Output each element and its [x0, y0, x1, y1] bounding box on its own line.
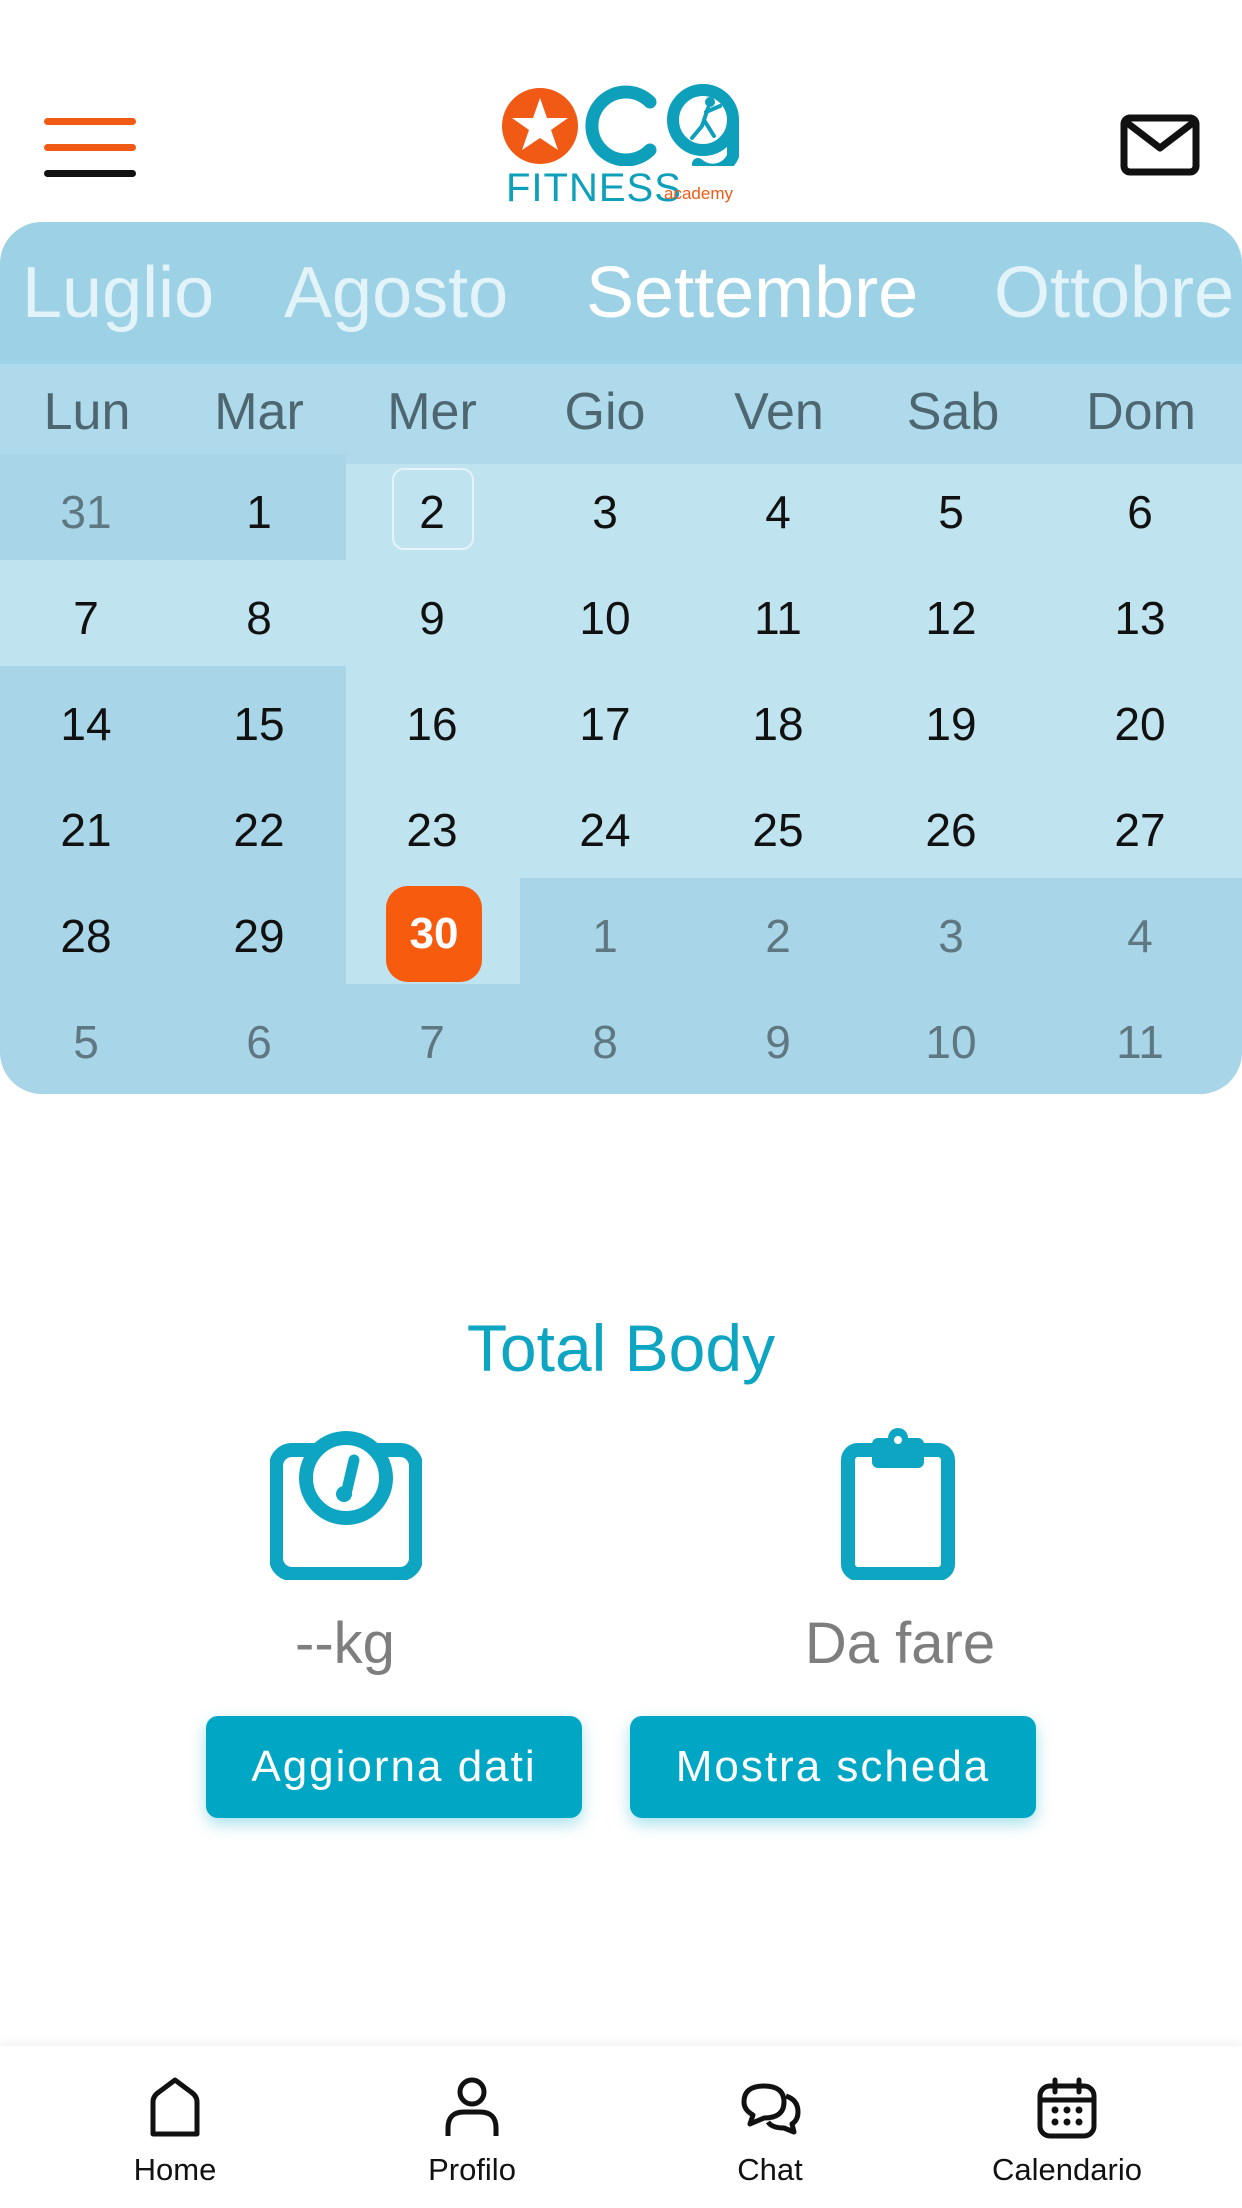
app-header: FITNESS academy — [0, 0, 1242, 222]
calendar-day[interactable]: 8 — [173, 565, 345, 671]
weekday-header: Lun Mar Mer Gio Ven Sab Dom — [0, 364, 1242, 464]
calendar-day[interactable]: 14 — [0, 671, 172, 777]
calendar-day[interactable]: 18 — [692, 671, 864, 777]
calendar-day[interactable]: 29 — [173, 883, 345, 989]
calendar-day[interactable]: 19 — [865, 671, 1037, 777]
nav-home-label: Home — [133, 2152, 217, 2187]
calendar-day[interactable]: 9 — [692, 989, 864, 1095]
weekday-label: Gio — [564, 383, 646, 441]
menu-line — [44, 170, 136, 177]
calendar-day[interactable]: 7 — [346, 989, 518, 1095]
month-september[interactable]: Settembre — [586, 252, 918, 334]
calendar-day[interactable]: 4 — [1054, 883, 1226, 989]
nav-calendar-label: Calendario — [992, 2152, 1142, 2187]
user-icon — [445, 2077, 499, 2136]
calendar-day[interactable]: 24 — [519, 777, 691, 883]
clipboard-icon — [841, 1428, 955, 1580]
nav-home[interactable]: Home — [75, 2046, 275, 2208]
workout-title: Total Body — [466, 1311, 776, 1385]
calendar-day[interactable]: 12 — [865, 565, 1037, 671]
calendar-day[interactable]: 2 — [346, 459, 518, 565]
calendar-day[interactable]: 25 — [692, 777, 864, 883]
logo-wordmark — [502, 84, 739, 166]
calendar-day[interactable]: 26 — [865, 777, 1037, 883]
today-marker[interactable]: 30 — [386, 886, 482, 982]
weekday-label: Mar — [214, 383, 304, 441]
calendar-day[interactable]: 1 — [519, 883, 691, 989]
month-july[interactable]: Luglio — [22, 252, 214, 334]
acg-fitness-logo: FITNESS academy — [500, 80, 746, 210]
weekday-label: Dom — [1086, 383, 1196, 441]
bottom-navigation: Home Profilo Chat Calendario — [0, 2046, 1242, 2208]
calendar-day[interactable]: 16 — [346, 671, 518, 777]
weekday-label: Lun — [43, 383, 131, 441]
menu-line — [44, 118, 136, 125]
scale-icon — [270, 1431, 422, 1580]
mail-icon — [1120, 114, 1200, 176]
calendar-day[interactable]: 4 — [692, 459, 864, 565]
calendar-day[interactable]: 31 — [0, 459, 172, 565]
calendar-day[interactable]: 10 — [865, 989, 1037, 1095]
calendar-day[interactable]: 20 — [1054, 671, 1226, 777]
calendar-day[interactable]: 17 — [519, 671, 691, 777]
calendar-day[interactable]: 5 — [865, 459, 1037, 565]
nav-chat-label: Chat — [737, 2152, 803, 2187]
hamburger-menu-button[interactable] — [44, 118, 136, 178]
calendar-day[interactable]: 10 — [519, 565, 691, 671]
calendar-day[interactable]: 6 — [1054, 459, 1226, 565]
calendar-day[interactable]: 9 — [346, 565, 518, 671]
calendar-day[interactable]: 6 — [173, 989, 345, 1095]
update-data-button[interactable]: Aggiorna dati — [206, 1716, 582, 1818]
calendar-day[interactable]: 28 — [0, 883, 172, 989]
weekday-label: Sab — [906, 383, 1000, 441]
weekday-label: Mer — [387, 383, 477, 441]
calendar-day[interactable]: 3 — [865, 883, 1037, 989]
nav-profile[interactable]: Profilo — [372, 2046, 572, 2208]
calendar-day[interactable]: 21 — [0, 777, 172, 883]
calendar-day[interactable]: 22 — [173, 777, 345, 883]
calendar-day[interactable]: 11 — [692, 565, 864, 671]
month-october[interactable]: Ottobre — [994, 252, 1234, 334]
calendar-day[interactable]: 1 — [173, 459, 345, 565]
calendar-day[interactable]: 7 — [0, 565, 172, 671]
menu-line — [44, 144, 136, 151]
chat-bubbles-icon — [741, 2083, 801, 2135]
calendar-day[interactable]: 23 — [346, 777, 518, 883]
calendar-day[interactable]: 11 — [1054, 989, 1226, 1095]
month-august[interactable]: Agosto — [284, 252, 508, 334]
calendar-day[interactable]: 27 — [1054, 777, 1226, 883]
home-icon — [150, 2077, 200, 2137]
show-workout-button[interactable]: Mostra scheda — [630, 1716, 1036, 1818]
weekday-label: Ven — [734, 383, 824, 441]
calendar-day[interactable]: 13 — [1054, 565, 1226, 671]
weight-value: --kg — [295, 1611, 395, 1676]
logo-fitness-text: FITNESS — [506, 166, 682, 210]
nav-profile-label: Profilo — [428, 2152, 516, 2187]
calendar-day[interactable]: 15 — [173, 671, 345, 777]
nav-calendar[interactable]: Calendario — [967, 2046, 1167, 2208]
calendar-day[interactable]: 8 — [519, 989, 691, 1095]
calendar-icon — [1037, 2077, 1097, 2139]
calendar-day[interactable]: 5 — [0, 989, 172, 1095]
calendar-day[interactable]: 3 — [519, 459, 691, 565]
workout-status: Da fare — [804, 1611, 996, 1676]
logo-academy-text: academy — [664, 184, 733, 203]
nav-chat[interactable]: Chat — [670, 2046, 870, 2208]
mail-button[interactable] — [1120, 114, 1200, 176]
month-selector: Luglio Agosto Settembre Ottobre — [0, 222, 1242, 364]
calendar-day[interactable]: 2 — [692, 883, 864, 989]
